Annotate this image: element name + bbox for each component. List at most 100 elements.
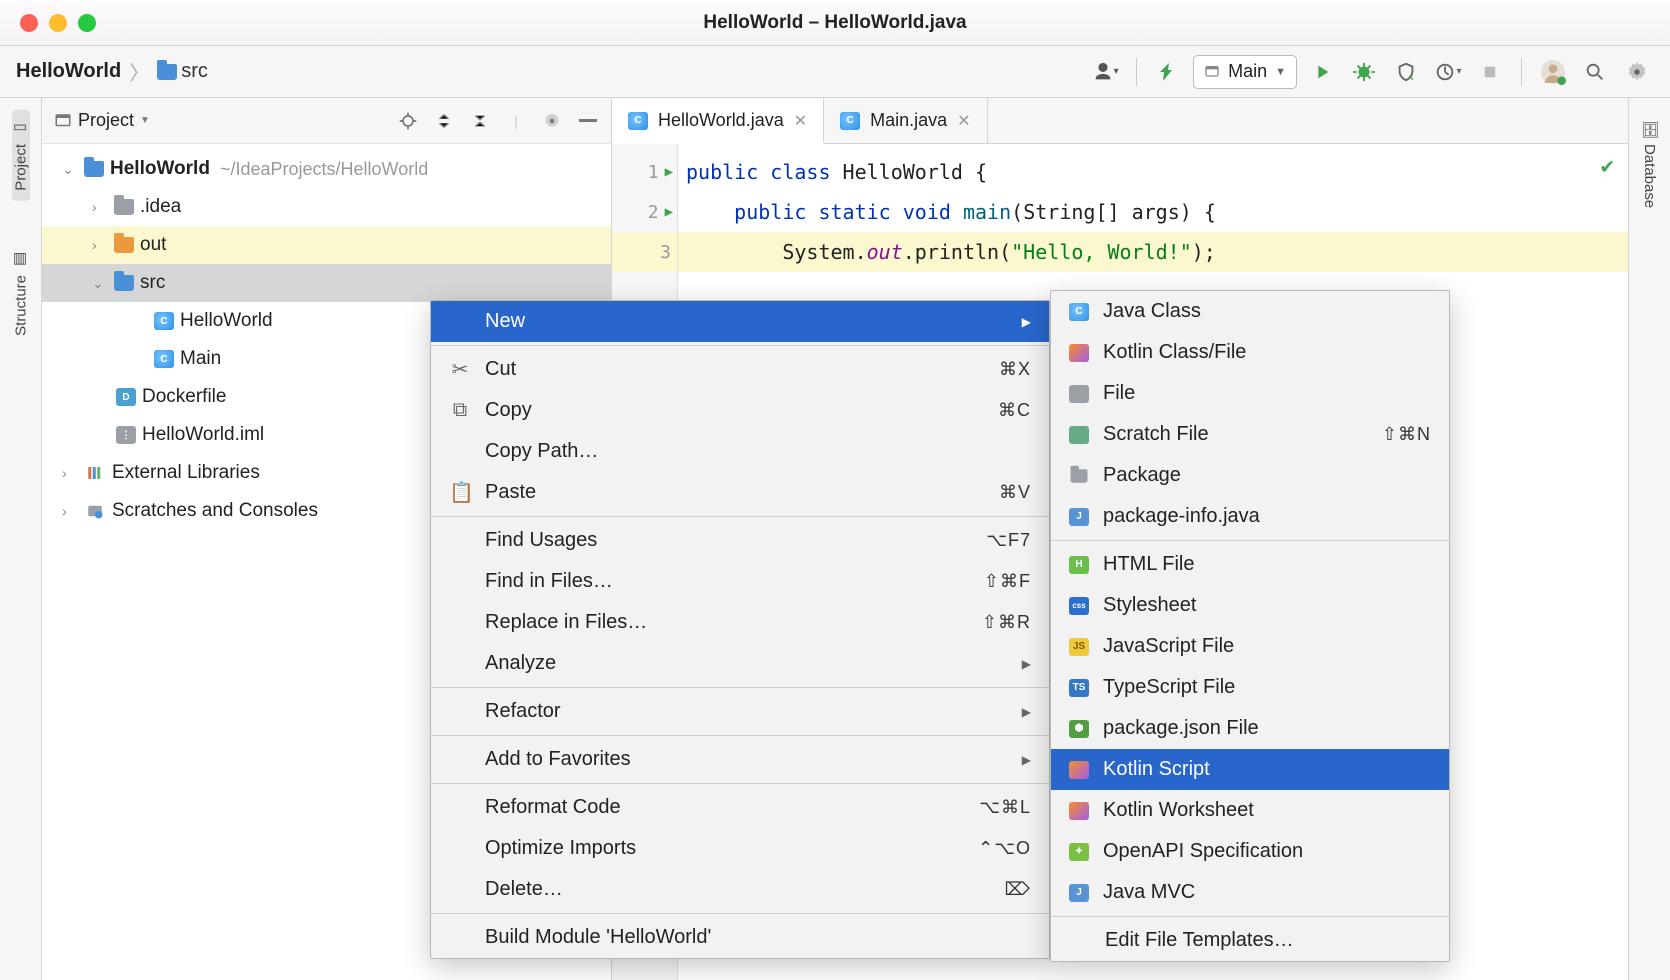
database-icon: 🗄 — [1641, 120, 1659, 138]
menu-reformat[interactable]: Reformat Code⌥⌘L — [431, 787, 1049, 828]
avatar[interactable] — [1536, 55, 1570, 89]
tab-helloworld[interactable]: C HelloWorld.java ✕ — [612, 99, 824, 144]
window-title: HelloWorld – HelloWorld.java — [0, 12, 1670, 34]
menu-paste[interactable]: 📋Paste⌘V — [431, 472, 1049, 513]
submenu-typescript[interactable]: TSTypeScript File — [1051, 667, 1449, 708]
menu-replace-in-files[interactable]: Replace in Files…⇧⌘R — [431, 602, 1049, 643]
tree-node-out[interactable]: › out — [42, 226, 611, 264]
structure-icon: ▥ — [12, 251, 30, 269]
copy-icon: ⧉ — [449, 399, 471, 422]
java-class-icon: C — [840, 112, 860, 130]
close-icon[interactable]: ✕ — [794, 111, 807, 131]
submenu-openapi[interactable]: ✦OpenAPI Specification — [1051, 831, 1449, 872]
docker-icon: D — [116, 388, 136, 406]
menu-favorites[interactable]: Add to Favorites▶ — [431, 739, 1049, 780]
locate-icon[interactable] — [397, 110, 419, 132]
chevron-right-icon[interactable]: › — [92, 199, 108, 215]
submenu-package-json[interactable]: ⬢package.json File — [1051, 708, 1449, 749]
submenu-package-info[interactable]: Jpackage-info.java — [1051, 496, 1449, 537]
tab-main[interactable]: C Main.java ✕ — [824, 98, 987, 143]
check-icon[interactable]: ✔ — [1601, 154, 1614, 179]
run-config-selector[interactable]: Main ▼ — [1193, 55, 1297, 89]
maximize-window-icon[interactable] — [78, 14, 96, 32]
separator — [431, 687, 1049, 688]
menu-optimize-imports[interactable]: Optimize Imports⌃⌥O — [431, 828, 1049, 869]
chevron-right-icon: ▶ — [1022, 705, 1031, 719]
chevron-right-icon: 〉 — [129, 57, 149, 86]
submenu-file[interactable]: File — [1051, 373, 1449, 414]
line-number: 3 — [660, 242, 671, 263]
menu-new[interactable]: New▶ — [431, 301, 1049, 342]
submenu-kotlin-class[interactable]: Kotlin Class/File — [1051, 332, 1449, 373]
separator — [431, 516, 1049, 517]
git-user-icon[interactable]: ▾ — [1088, 55, 1122, 89]
menu-find-usages[interactable]: Find Usages⌥F7 — [431, 520, 1049, 561]
separator — [431, 345, 1049, 346]
separator — [431, 913, 1049, 914]
submenu-scratch-file[interactable]: Scratch File⇧⌘N — [1051, 414, 1449, 455]
breadcrumb-project[interactable]: HelloWorld — [16, 60, 121, 83]
hide-icon[interactable] — [577, 110, 599, 132]
menu-copy-path[interactable]: Copy Path… — [431, 431, 1049, 472]
line-number: 2 — [648, 202, 659, 223]
submenu-java-mvc[interactable]: JJava MVC — [1051, 872, 1449, 913]
scratches-icon — [84, 500, 106, 522]
breadcrumb-folder[interactable]: src — [157, 60, 208, 83]
minimize-window-icon[interactable] — [49, 14, 67, 32]
menu-refactor[interactable]: Refactor▶ — [431, 691, 1049, 732]
submenu-edit-templates[interactable]: Edit File Templates… — [1051, 920, 1449, 961]
run-line-icon[interactable]: ▶ — [665, 204, 673, 220]
gear-icon[interactable] — [1620, 55, 1654, 89]
submenu-java-class[interactable]: CJava Class — [1051, 291, 1449, 332]
stop-button — [1473, 55, 1507, 89]
tree-node-idea[interactable]: › .idea — [42, 188, 611, 226]
submenu-kotlin-worksheet[interactable]: Kotlin Worksheet — [1051, 790, 1449, 831]
close-icon[interactable]: ✕ — [957, 111, 970, 131]
separator — [431, 735, 1049, 736]
chevron-down-icon: ▼ — [1275, 66, 1286, 78]
right-tool-window-bar: 🗄 Database — [1628, 98, 1670, 980]
window-controls — [0, 14, 96, 32]
submenu-package[interactable]: Package — [1051, 455, 1449, 496]
menu-copy[interactable]: ⧉Copy⌘C — [431, 390, 1049, 431]
coverage-button[interactable] — [1389, 55, 1423, 89]
menu-build-module[interactable]: Build Module 'HelloWorld' — [431, 917, 1049, 958]
project-view-selector[interactable]: Project ▼ — [54, 110, 150, 131]
search-icon[interactable] — [1578, 55, 1612, 89]
run-line-icon[interactable]: ▶ — [665, 164, 673, 180]
submenu-javascript[interactable]: JSJavaScript File — [1051, 626, 1449, 667]
line-number: 1 — [648, 162, 659, 183]
menu-find-in-files[interactable]: Find in Files…⇧⌘F — [431, 561, 1049, 602]
debug-button[interactable] — [1347, 55, 1381, 89]
tool-tab-structure[interactable]: Structure ▥ — [12, 241, 30, 346]
java-class-icon: C — [1069, 303, 1089, 321]
submenu-kotlin-script[interactable]: Kotlin Script — [1051, 749, 1449, 790]
chevron-right-icon[interactable]: › — [92, 237, 108, 253]
new-submenu: CJava Class Kotlin Class/File File Scrat… — [1050, 290, 1450, 962]
build-icon[interactable] — [1151, 55, 1185, 89]
menu-analyze[interactable]: Analyze▶ — [431, 643, 1049, 684]
tool-tab-database[interactable]: 🗄 Database — [1641, 110, 1659, 218]
collapse-all-icon[interactable] — [469, 110, 491, 132]
menu-delete[interactable]: Delete…⌦ — [431, 869, 1049, 910]
libraries-icon — [84, 462, 106, 484]
chevron-down-icon[interactable]: ⌄ — [92, 275, 108, 292]
chevron-right-icon[interactable]: › — [62, 503, 78, 519]
openapi-icon: ✦ — [1069, 843, 1089, 861]
gear-icon[interactable] — [541, 110, 563, 132]
close-window-icon[interactable] — [20, 14, 38, 32]
menu-cut[interactable]: ✂Cut⌘X — [431, 349, 1049, 390]
left-tool-window-bar: Project ▭ Structure ▥ — [0, 98, 42, 980]
chevron-right-icon[interactable]: › — [62, 465, 78, 481]
expand-all-icon[interactable] — [433, 110, 455, 132]
tree-root[interactable]: ⌄ HelloWorld ~/IdeaProjects/HelloWorld — [42, 150, 611, 188]
submenu-stylesheet[interactable]: cssStylesheet — [1051, 585, 1449, 626]
chevron-down-icon[interactable]: ⌄ — [62, 161, 78, 178]
cut-icon: ✂ — [449, 357, 471, 382]
profile-button[interactable]: ▾ — [1431, 55, 1465, 89]
tool-tab-project[interactable]: Project ▭ — [12, 110, 30, 201]
tree-node-src[interactable]: ⌄ src — [42, 264, 611, 302]
chevron-right-icon: ▶ — [1022, 657, 1031, 671]
run-button[interactable] — [1305, 55, 1339, 89]
submenu-html[interactable]: HHTML File — [1051, 544, 1449, 585]
